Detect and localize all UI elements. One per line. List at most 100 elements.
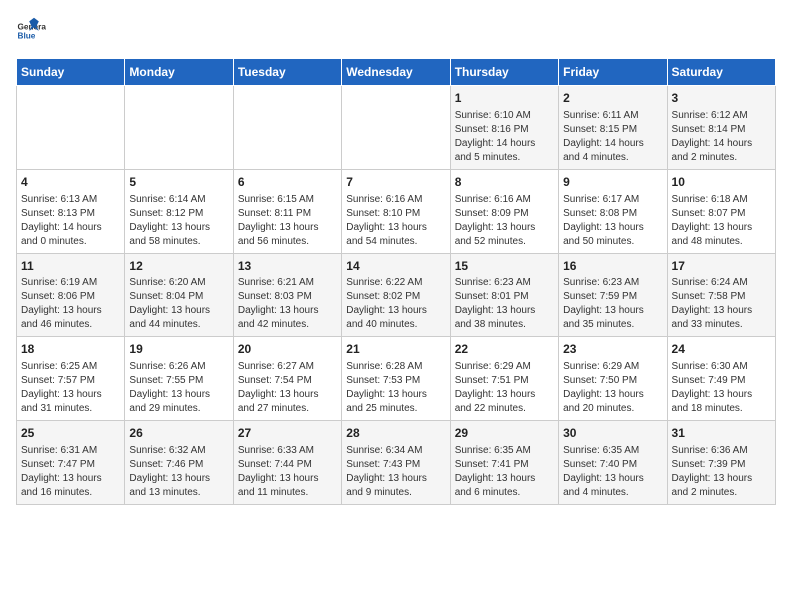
svg-text:Blue: Blue xyxy=(18,32,36,41)
day-number: 4 xyxy=(21,174,120,191)
day-number: 3 xyxy=(672,90,771,107)
day-number: 25 xyxy=(21,425,120,442)
calendar-cell: 7 Sunrise: 6:16 AMSunset: 8:10 PMDaylight… xyxy=(342,169,450,253)
day-number: 10 xyxy=(672,174,771,191)
day-number: 18 xyxy=(21,341,120,358)
day-info: Sunrise: 6:35 AMSunset: 7:40 PMDaylight:… xyxy=(563,444,662,500)
calendar-cell: 29 Sunrise: 6:35 AMSunset: 7:41 PMDayligh… xyxy=(450,421,558,505)
day-number: 8 xyxy=(455,174,554,191)
day-info: Sunrise: 6:13 AMSunset: 8:13 PMDaylight:… xyxy=(21,193,120,249)
calendar-cell xyxy=(125,86,233,170)
calendar-week-5: 25Sunrise: 6:31 AMSunset: 7:47 PMDayligh… xyxy=(17,421,776,505)
calendar-cell: 23Sunrise: 6:29 AMSunset: 7:50 PMDayligh… xyxy=(559,337,667,421)
day-info: Sunrise: 6:23 AMSunset: 7:59 PMDaylight:… xyxy=(563,276,662,332)
day-info: Sunrise: 6:23 AMSunset: 8:01 PMDaylight:… xyxy=(455,276,554,332)
header-wednesday: Wednesday xyxy=(342,59,450,86)
day-info: Sunrise: 6:17 AMSunset: 8:08 PMDaylight:… xyxy=(563,193,662,249)
calendar-cell: 1 Sunrise: 6:10 AMSunset: 8:16 PMDaylight… xyxy=(450,86,558,170)
day-info: Sunrise: 6:30 AMSunset: 7:49 PMDaylight:… xyxy=(672,360,771,416)
day-info: Sunrise: 6:28 AMSunset: 7:53 PMDaylight:… xyxy=(346,360,445,416)
day-number: 12 xyxy=(129,258,228,275)
calendar-cell: 16Sunrise: 6:23 AMSunset: 7:59 PMDayligh… xyxy=(559,253,667,337)
calendar-cell: 18 Sunrise: 6:25 AMSunset: 7:57 PMDayligh… xyxy=(17,337,125,421)
day-number: 15 xyxy=(455,258,554,275)
header-thursday: Thursday xyxy=(450,59,558,86)
day-info: Sunrise: 6:22 AMSunset: 8:02 PMDaylight:… xyxy=(346,276,445,332)
day-number: 1 xyxy=(455,90,554,107)
calendar-cell: 5 Sunrise: 6:14 AMSunset: 8:12 PMDaylight… xyxy=(125,169,233,253)
day-number: 2 xyxy=(563,90,662,107)
calendar-cell xyxy=(342,86,450,170)
day-number: 14 xyxy=(346,258,445,275)
day-info: Sunrise: 6:12 AMSunset: 8:14 PMDaylight:… xyxy=(672,109,771,165)
calendar-cell: 27 Sunrise: 6:33 AMSunset: 7:44 PMDayligh… xyxy=(233,421,341,505)
day-info: Sunrise: 6:18 AMSunset: 8:07 PMDaylight:… xyxy=(672,193,771,249)
calendar-cell: 8 Sunrise: 6:16 AMSunset: 8:09 PMDaylight… xyxy=(450,169,558,253)
calendar-cell: 2 Sunrise: 6:11 AMSunset: 8:15 PMDaylight… xyxy=(559,86,667,170)
day-info: Sunrise: 6:26 AMSunset: 7:55 PMDaylight:… xyxy=(129,360,228,416)
calendar-cell: 13Sunrise: 6:21 AMSunset: 8:03 PMDayligh… xyxy=(233,253,341,337)
calendar-cell: 4 Sunrise: 6:13 AMSunset: 8:13 PMDaylight… xyxy=(17,169,125,253)
day-info: Sunrise: 6:16 AMSunset: 8:09 PMDaylight:… xyxy=(455,193,554,249)
day-number: 24 xyxy=(672,341,771,358)
calendar-week-4: 18 Sunrise: 6:25 AMSunset: 7:57 PMDayligh… xyxy=(17,337,776,421)
day-number: 11 xyxy=(21,258,120,275)
day-info: Sunrise: 6:14 AMSunset: 8:12 PMDaylight:… xyxy=(129,193,228,249)
calendar-cell: 10 Sunrise: 6:18 AMSunset: 8:07 PMDayligh… xyxy=(667,169,775,253)
day-number: 31 xyxy=(672,425,771,442)
day-info: Sunrise: 6:27 AMSunset: 7:54 PMDaylight:… xyxy=(238,360,337,416)
day-number: 20 xyxy=(238,341,337,358)
day-number: 29 xyxy=(455,425,554,442)
day-info: Sunrise: 6:34 AMSunset: 7:43 PMDaylight:… xyxy=(346,444,445,500)
calendar-week-3: 11Sunrise: 6:19 AMSunset: 8:06 PMDayligh… xyxy=(17,253,776,337)
day-number: 5 xyxy=(129,174,228,191)
calendar-cell: 14Sunrise: 6:22 AMSunset: 8:02 PMDayligh… xyxy=(342,253,450,337)
header-monday: Monday xyxy=(125,59,233,86)
day-info: Sunrise: 6:25 AMSunset: 7:57 PMDaylight:… xyxy=(21,360,120,416)
day-number: 28 xyxy=(346,425,445,442)
calendar-week-1: 1 Sunrise: 6:10 AMSunset: 8:16 PMDaylight… xyxy=(17,86,776,170)
calendar-cell xyxy=(233,86,341,170)
calendar-cell: 6Sunrise: 6:15 AMSunset: 8:11 PMDaylight… xyxy=(233,169,341,253)
day-number: 30 xyxy=(563,425,662,442)
day-number: 27 xyxy=(238,425,337,442)
page-header: General Blue xyxy=(16,16,776,46)
day-number: 19 xyxy=(129,341,228,358)
day-info: Sunrise: 6:33 AMSunset: 7:44 PMDaylight:… xyxy=(238,444,337,500)
calendar-cell: 22 Sunrise: 6:29 AMSunset: 7:51 PMDayligh… xyxy=(450,337,558,421)
day-number: 22 xyxy=(455,341,554,358)
day-info: Sunrise: 6:35 AMSunset: 7:41 PMDaylight:… xyxy=(455,444,554,500)
logo: General Blue xyxy=(16,16,46,46)
day-info: Sunrise: 6:20 AMSunset: 8:04 PMDaylight:… xyxy=(129,276,228,332)
calendar-cell: 28 Sunrise: 6:34 AMSunset: 7:43 PMDayligh… xyxy=(342,421,450,505)
calendar-cell: 24 Sunrise: 6:30 AMSunset: 7:49 PMDayligh… xyxy=(667,337,775,421)
day-info: Sunrise: 6:11 AMSunset: 8:15 PMDaylight:… xyxy=(563,109,662,165)
calendar-cell: 25Sunrise: 6:31 AMSunset: 7:47 PMDayligh… xyxy=(17,421,125,505)
day-info: Sunrise: 6:24 AMSunset: 7:58 PMDaylight:… xyxy=(672,276,771,332)
calendar-header-row: SundayMondayTuesdayWednesdayThursdayFrid… xyxy=(17,59,776,86)
day-info: Sunrise: 6:36 AMSunset: 7:39 PMDaylight:… xyxy=(672,444,771,500)
calendar-cell xyxy=(17,86,125,170)
calendar-cell: 21 Sunrise: 6:28 AMSunset: 7:53 PMDayligh… xyxy=(342,337,450,421)
day-info: Sunrise: 6:21 AMSunset: 8:03 PMDaylight:… xyxy=(238,276,337,332)
header-tuesday: Tuesday xyxy=(233,59,341,86)
calendar-cell: 9 Sunrise: 6:17 AMSunset: 8:08 PMDaylight… xyxy=(559,169,667,253)
header-sunday: Sunday xyxy=(17,59,125,86)
calendar-cell: 17Sunrise: 6:24 AMSunset: 7:58 PMDayligh… xyxy=(667,253,775,337)
calendar-cell: 26Sunrise: 6:32 AMSunset: 7:46 PMDayligh… xyxy=(125,421,233,505)
day-info: Sunrise: 6:29 AMSunset: 7:51 PMDaylight:… xyxy=(455,360,554,416)
calendar-table: SundayMondayTuesdayWednesdayThursdayFrid… xyxy=(16,58,776,505)
calendar-cell: 12Sunrise: 6:20 AMSunset: 8:04 PMDayligh… xyxy=(125,253,233,337)
calendar-cell: 19 Sunrise: 6:26 AMSunset: 7:55 PMDayligh… xyxy=(125,337,233,421)
day-info: Sunrise: 6:19 AMSunset: 8:06 PMDaylight:… xyxy=(21,276,120,332)
calendar-cell: 3 Sunrise: 6:12 AMSunset: 8:14 PMDaylight… xyxy=(667,86,775,170)
day-number: 17 xyxy=(672,258,771,275)
day-info: Sunrise: 6:10 AMSunset: 8:16 PMDaylight:… xyxy=(455,109,554,165)
day-number: 21 xyxy=(346,341,445,358)
day-info: Sunrise: 6:16 AMSunset: 8:10 PMDaylight:… xyxy=(346,193,445,249)
day-number: 7 xyxy=(346,174,445,191)
day-number: 23 xyxy=(563,341,662,358)
calendar-week-2: 4 Sunrise: 6:13 AMSunset: 8:13 PMDaylight… xyxy=(17,169,776,253)
day-number: 9 xyxy=(563,174,662,191)
day-number: 6 xyxy=(238,174,337,191)
